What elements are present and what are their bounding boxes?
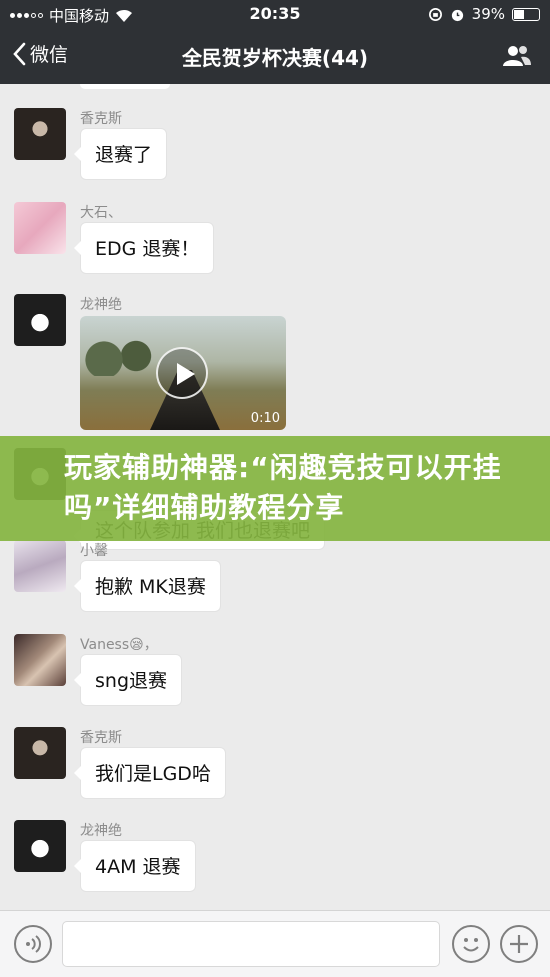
battery-percent: 39% — [471, 5, 505, 23]
avatar[interactable] — [14, 294, 66, 346]
emoji-button[interactable] — [452, 925, 490, 963]
message-bubble[interactable]: EDG 退赛！ — [73, 222, 215, 274]
sender-name: 香克斯 — [80, 111, 122, 127]
group-members-button[interactable] — [502, 44, 532, 72]
avatar[interactable] — [14, 108, 66, 160]
video-message[interactable]: 0:10 — [80, 316, 286, 430]
sender-name: 大石、 — [80, 205, 122, 221]
sender-name: 龙神绝 — [80, 297, 122, 313]
chat-header: 微信 全民贺岁杯决赛(44) — [0, 28, 550, 84]
avatar[interactable] — [14, 820, 66, 872]
message-bubble[interactable]: 抱歉 MK退赛 — [74, 560, 221, 612]
promo-banner: 玩家辅助神器:“闲趣竞技可以开挂吗”详细辅助教程分享 — [0, 436, 550, 541]
input-bar — [0, 910, 550, 977]
avatar[interactable] — [14, 634, 66, 686]
previous-message-bubble — [80, 84, 170, 89]
chat-title: 全民贺岁杯决赛(44) — [181, 46, 369, 70]
group-members-icon — [503, 46, 531, 66]
play-icon[interactable] — [156, 347, 208, 399]
message-input[interactable] — [62, 921, 440, 967]
plus-icon — [510, 935, 528, 953]
sender-name: 香克斯 — [80, 730, 122, 746]
avatar[interactable] — [14, 202, 66, 254]
battery-icon — [512, 7, 540, 21]
rotation-lock-icon — [428, 7, 442, 21]
sender-name: 小馨 — [80, 543, 108, 559]
alarm-icon — [451, 9, 463, 21]
avatar[interactable] — [14, 540, 66, 592]
sender-name: 龙神绝 — [80, 823, 122, 839]
more-button[interactable] — [500, 925, 538, 963]
promo-banner-text: 玩家辅助神器:“闲趣竞技可以开挂吗”详细辅助教程分享 — [64, 451, 502, 524]
emoji-icon — [463, 938, 479, 952]
video-thumbnail-scenery — [80, 336, 160, 376]
voice-icon — [26, 935, 41, 953]
avatar[interactable] — [14, 727, 66, 779]
message-bubble[interactable]: 退赛了 — [73, 128, 168, 180]
sender-name: Vaness😪， — [80, 637, 158, 653]
message-bubble[interactable]: 4AM 退赛 — [74, 840, 196, 892]
status-bar: 中国移动 20:35 39% — [0, 0, 550, 28]
video-duration: 0:10 — [250, 411, 280, 426]
voice-button[interactable] — [14, 925, 52, 963]
message-bubble[interactable]: 我们是LGD哈 — [74, 747, 226, 799]
message-bubble[interactable]: sng退赛 — [73, 654, 183, 706]
